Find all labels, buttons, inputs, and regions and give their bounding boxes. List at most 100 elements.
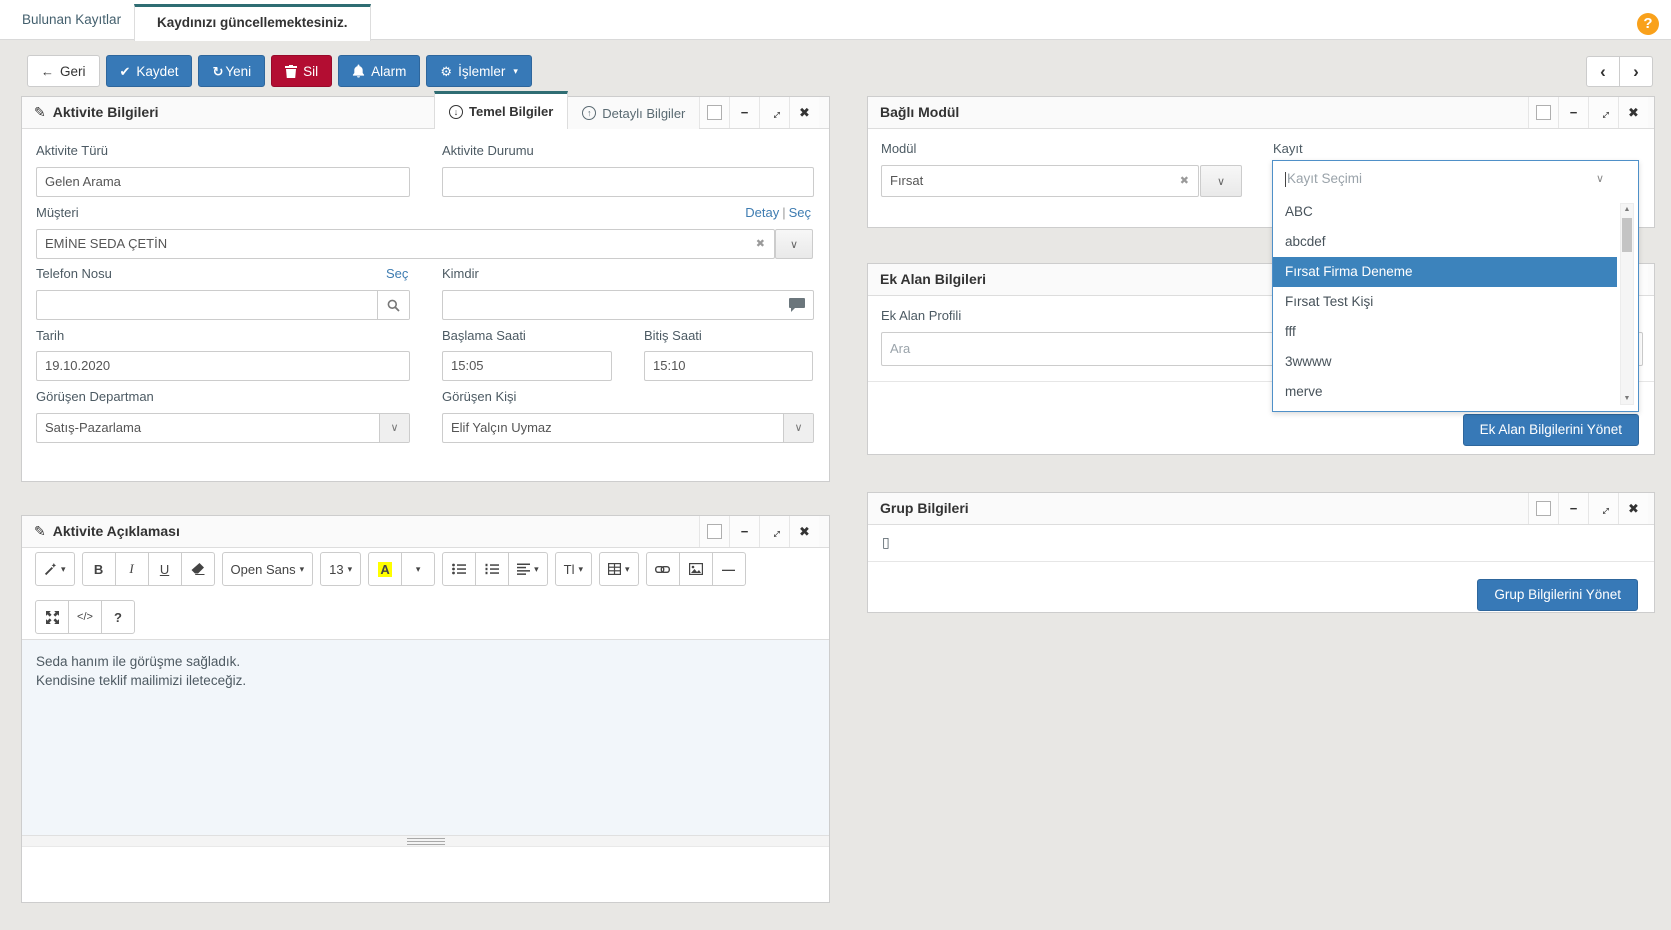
font-color-button[interactable]: A (368, 552, 402, 586)
horizontal-rule-button[interactable]: — (712, 552, 746, 586)
next-record-button[interactable]: › (1619, 56, 1653, 87)
tab-basic-info[interactable]: ↓ Temel Bilgiler (434, 91, 568, 129)
panel-checkbox[interactable] (1528, 97, 1558, 128)
insert-link-button[interactable] (646, 552, 680, 586)
delete-button[interactable]: Sil (271, 55, 332, 87)
phone-input[interactable] (36, 290, 410, 320)
phone-select-link[interactable]: Seç (386, 266, 408, 281)
fullscreen-button[interactable] (35, 600, 69, 634)
chevron-down-icon[interactable]: ∨ (1596, 161, 1604, 197)
record-option[interactable]: fff (1273, 317, 1617, 347)
tab-detailed-info[interactable]: ↑ Detaylı Bilgiler (568, 97, 700, 129)
clear-format-button[interactable] (181, 552, 215, 586)
module-label: Modül (881, 141, 916, 156)
alarm-button[interactable]: Alarm (338, 55, 420, 87)
clear-icon[interactable]: ✖ (1180, 166, 1189, 196)
close-icon[interactable]: ✖ (789, 97, 819, 128)
record-option[interactable]: Fırsat Test Kişi (1273, 287, 1617, 317)
paragraph-align-button[interactable]: ▾ (508, 552, 548, 586)
panel-checkbox[interactable] (1528, 493, 1558, 524)
line-height-button[interactable]: Tl ▾ (555, 552, 592, 586)
customer-dropdown-button[interactable]: ∨ (775, 229, 813, 259)
panel-checkbox[interactable] (699, 97, 729, 128)
help-icon[interactable]: ? (1637, 13, 1659, 35)
chevron-down-icon[interactable]: ∨ (783, 414, 813, 442)
minimize-icon[interactable]: − (729, 97, 759, 128)
manage-group-button[interactable]: Grup Bilgilerini Yönet (1477, 579, 1638, 611)
scrollbar-thumb[interactable] (1622, 218, 1632, 252)
scroll-up-icon[interactable]: ▲ (1621, 206, 1633, 213)
module-dropdown-button[interactable]: ∨ (1200, 165, 1242, 197)
back-label: Geri (60, 64, 86, 79)
align-icon (517, 563, 530, 575)
font-family-button[interactable]: Open Sans ▾ (222, 552, 314, 586)
department-select[interactable]: Satış-Pazarlama ∨ (36, 413, 410, 443)
tab-updating-record[interactable]: Kaydınızı güncellemektesiniz. (134, 4, 371, 41)
bold-button[interactable]: B (82, 552, 116, 586)
resize-grip-icon (407, 838, 445, 845)
start-time-input[interactable]: 15:05 (442, 351, 612, 381)
search-icon[interactable] (377, 291, 409, 319)
customer-input[interactable]: EMİNE SEDA ÇETİN ✖ (36, 229, 775, 259)
description-editor-area[interactable]: Seda hanım ile görüşme sağladık. Kendisi… (22, 639, 829, 835)
link-icon (655, 565, 670, 574)
activity-type-input[interactable]: Gelen Arama (36, 167, 410, 197)
module-input[interactable]: Fırsat ✖ (881, 165, 1199, 197)
editor-resize-bar[interactable] (22, 835, 829, 847)
font-size-button[interactable]: 13 ▾ (320, 552, 361, 586)
ordered-list-button[interactable] (475, 552, 509, 586)
who-input[interactable] (442, 290, 814, 320)
manage-extra-fields-button[interactable]: Ek Alan Bilgilerini Yönet (1463, 414, 1639, 446)
close-icon[interactable]: ✖ (1618, 493, 1648, 524)
comment-icon[interactable] (789, 298, 805, 312)
save-button[interactable]: ✔ Kaydet (106, 55, 193, 87)
dropdown-scrollbar[interactable]: ▲ ▼ (1620, 203, 1634, 405)
record-option[interactable]: 3wwww (1273, 347, 1617, 377)
expand-icon[interactable]: ↔ (759, 97, 789, 128)
tab-found-records[interactable]: Bulunan Kayıtlar (12, 0, 131, 40)
table-button[interactable]: ▾ (599, 552, 639, 586)
record-option[interactable]: merve (1273, 377, 1617, 407)
clear-icon[interactable]: ✖ (756, 230, 765, 258)
back-button[interactable]: ← Geri (27, 55, 100, 87)
editor-help-button[interactable]: ? (101, 600, 135, 634)
style-button[interactable]: ▾ (35, 552, 75, 586)
minimize-icon[interactable]: − (1558, 493, 1588, 524)
caret-down-icon: ▾ (416, 564, 421, 575)
underline-button[interactable]: U (148, 552, 182, 586)
minimize-icon[interactable]: − (729, 516, 759, 547)
customer-select-link[interactable]: Seç (789, 205, 811, 220)
record-option[interactable]: ABC (1273, 197, 1617, 227)
scroll-down-icon[interactable]: ▼ (1621, 395, 1633, 402)
prev-record-button[interactable]: ‹ (1586, 56, 1620, 87)
panel-checkbox[interactable] (699, 516, 729, 547)
linked-module-window-controls: − ↔ ✖ (1528, 97, 1648, 128)
group-panel-header: Grup Bilgileri − ↔ ✖ (868, 493, 1654, 525)
close-icon[interactable]: ✖ (1618, 97, 1648, 128)
end-time-input[interactable]: 15:10 (644, 351, 813, 381)
new-button[interactable]: ↻ Yeni (198, 55, 265, 87)
start-time-label: Başlama Saati (442, 328, 526, 343)
record-option[interactable]: abcdef (1273, 227, 1617, 257)
close-icon[interactable]: ✖ (789, 516, 819, 547)
insert-image-button[interactable] (679, 552, 713, 586)
description-panel-title: ✎Aktivite Açıklaması (34, 516, 180, 547)
customer-detail-link[interactable]: Detay (745, 205, 779, 220)
person-select[interactable]: Elif Yalçın Uymaz ∨ (442, 413, 814, 443)
record-search-input[interactable]: Kayıt Seçimi ∨ (1273, 161, 1638, 197)
expand-icon[interactable]: ↔ (759, 516, 789, 547)
activity-panel-tabs: ↓ Temel Bilgiler ↑ Detaylı Bilgiler (434, 91, 700, 129)
record-option-selected[interactable]: Fırsat Firma Deneme (1273, 257, 1617, 287)
expand-icon[interactable]: ↔ (1588, 493, 1618, 524)
minimize-icon[interactable]: − (1558, 97, 1588, 128)
caret-down-icon: ▾ (61, 564, 66, 575)
date-input[interactable]: 19.10.2020 (36, 351, 410, 381)
chevron-down-icon[interactable]: ∨ (379, 414, 409, 442)
actions-button[interactable]: ⚙ İşlemler ▾ (426, 55, 531, 87)
code-view-button[interactable]: </> (68, 600, 102, 634)
activity-status-input[interactable] (442, 167, 814, 197)
font-color-dropdown-button[interactable]: ▾ (401, 552, 435, 586)
unordered-list-button[interactable] (442, 552, 476, 586)
italic-button[interactable]: I (115, 552, 149, 586)
expand-icon[interactable]: ↔ (1588, 97, 1618, 128)
